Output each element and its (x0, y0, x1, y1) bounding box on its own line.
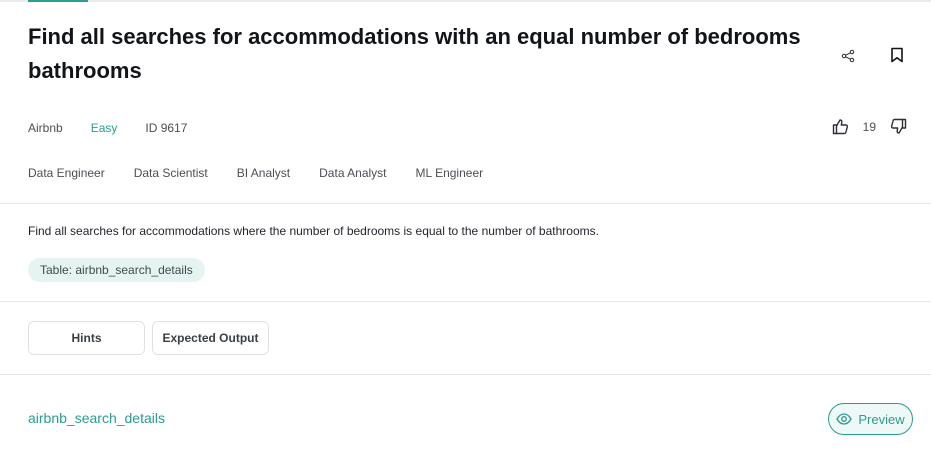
divider (0, 203, 931, 204)
preview-button[interactable]: Preview (828, 403, 913, 435)
role-tag: BI Analyst (236, 166, 291, 180)
eye-icon (836, 411, 853, 427)
role-tag: Data Scientist (133, 166, 208, 180)
difficulty-badge: Easy (90, 121, 118, 135)
company-name: Airbnb (28, 121, 63, 135)
thumbs-down-icon (890, 118, 907, 134)
question-id: ID 9617 (145, 121, 188, 135)
expected-output-button[interactable]: Expected Output (152, 321, 269, 355)
top-accent-bar (28, 0, 88, 2)
bookmark-button[interactable] (885, 43, 909, 67)
role-tags: Data Engineer Data Scientist BI Analyst … (28, 166, 512, 180)
downvote-button[interactable] (890, 118, 907, 135)
top-progress-strip (0, 0, 931, 2)
share-button[interactable] (836, 44, 860, 68)
share-icon (841, 49, 855, 63)
preview-label: Preview (858, 411, 905, 427)
question-title: Find all searches for accommodations wit… (28, 24, 801, 83)
hints-button[interactable]: Hints (28, 321, 145, 355)
vote-controls: 19 (832, 118, 907, 135)
upvote-button[interactable] (832, 118, 849, 135)
role-tag: ML Engineer (415, 166, 484, 180)
dataset-name-link[interactable]: airbnb_search_details (28, 410, 165, 426)
vote-count: 19 (862, 119, 876, 134)
table-chip: Table: airbnb_search_details (28, 258, 205, 282)
question-description: Find all searches for accommodations whe… (28, 224, 599, 238)
thumbs-up-icon (832, 119, 848, 135)
role-tag: Data Engineer (28, 166, 105, 180)
question-meta: Airbnb Easy ID 9617 (28, 120, 215, 136)
divider (0, 301, 931, 302)
divider (0, 374, 931, 375)
bookmark-icon (891, 47, 903, 63)
role-tag: Data Analyst (319, 166, 387, 180)
